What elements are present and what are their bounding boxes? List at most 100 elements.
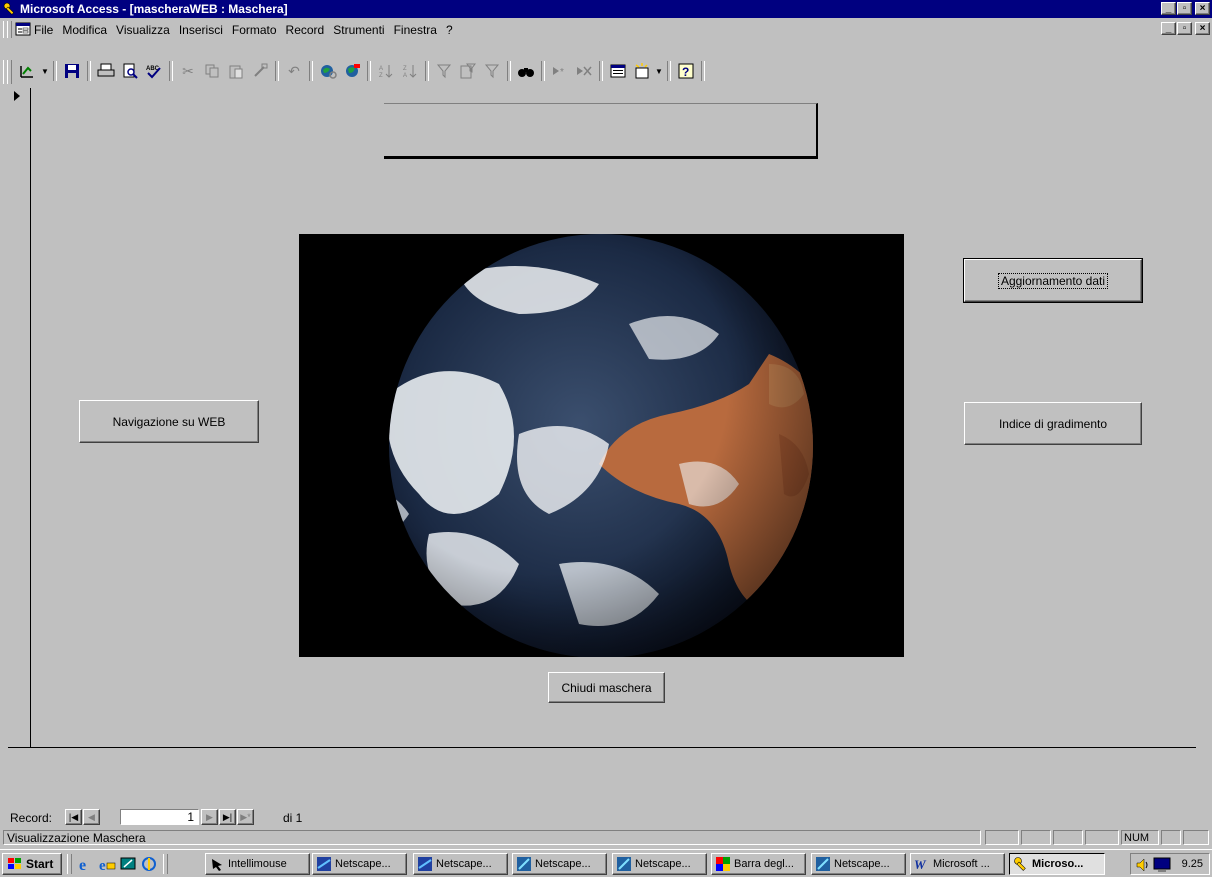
navigate-web-button[interactable]: Navigazione su WEB <box>79 400 259 443</box>
task-label: Netscape... <box>436 858 492 870</box>
svg-text:Z: Z <box>403 66 407 72</box>
spelling-icon[interactable]: ABC <box>142 60 166 82</box>
web-toolbar-icon[interactable] <box>340 60 364 82</box>
task-barra-degli[interactable]: Barra degl... <box>711 853 806 875</box>
current-record-arrow-icon <box>14 91 20 101</box>
help-icon[interactable]: ? <box>674 60 698 82</box>
quicklaunch-grip[interactable] <box>67 854 72 874</box>
status-panel-2 <box>1021 830 1051 845</box>
menu-record[interactable]: Record <box>286 23 325 37</box>
new-record-nav-button[interactable]: ▶* <box>237 809 254 825</box>
task-intellimouse[interactable]: Intellimouse <box>205 853 310 875</box>
svg-text:e: e <box>99 858 106 873</box>
task-microsoft-access[interactable]: Microso... <box>1009 853 1105 875</box>
close-button[interactable]: × <box>1195 2 1210 15</box>
previous-record-button[interactable]: ◀ <box>83 809 100 825</box>
close-form-label: Chiudi maschera <box>561 680 652 695</box>
display-icon[interactable] <box>1153 857 1171 873</box>
menu-inserisci[interactable]: Inserisci <box>179 23 223 37</box>
sort-ascending-icon[interactable]: AZ <box>374 60 398 82</box>
task-label: Barra degl... <box>734 858 794 870</box>
apply-filter-icon[interactable] <box>480 60 504 82</box>
new-object-icon[interactable] <box>630 60 654 82</box>
netscape-icon <box>816 857 830 871</box>
restore-button[interactable]: ▫ <box>1177 2 1192 15</box>
form-document-icon[interactable] <box>15 22 31 36</box>
menu-modifica[interactable]: Modifica <box>62 23 107 37</box>
last-record-icon: ▶| <box>222 811 233 822</box>
find-icon[interactable] <box>514 60 538 82</box>
save-icon[interactable] <box>60 60 84 82</box>
access-key-icon <box>1014 857 1026 871</box>
record-selector[interactable] <box>8 88 31 748</box>
toolbar-grip-2[interactable] <box>7 60 12 84</box>
current-record-input[interactable]: 1 <box>120 809 199 825</box>
view-design-icon[interactable] <box>16 60 40 82</box>
next-record-icon: ▶ <box>206 811 213 822</box>
volume-icon[interactable] <box>1135 857 1151 873</box>
undo-icon[interactable]: ↶ <box>282 60 306 82</box>
task-label: Netscape... <box>834 858 890 870</box>
status-panel-6 <box>1161 830 1181 845</box>
task-netscape-4[interactable]: Netscape... <box>612 853 707 875</box>
show-desktop-icon[interactable] <box>119 855 137 873</box>
print-preview-icon[interactable] <box>118 60 142 82</box>
update-data-button[interactable]: Aggiornamento dati <box>963 258 1143 303</box>
navigate-web-label: Navigazione su WEB <box>112 414 226 429</box>
title-bar[interactable]: Microsoft Access - [mascheraWEB : Masche… <box>0 0 1212 18</box>
copy-icon[interactable] <box>200 60 224 82</box>
paste-icon[interactable] <box>224 60 248 82</box>
print-icon[interactable] <box>94 60 118 82</box>
cut-icon[interactable]: ✂ <box>176 60 200 82</box>
view-dropdown-icon[interactable]: ▼ <box>40 60 50 82</box>
task-netscape-3[interactable]: Netscape... <box>512 853 607 875</box>
insert-hyperlink-icon[interactable] <box>316 60 340 82</box>
new-object-dropdown-icon[interactable]: ▼ <box>654 60 664 82</box>
window-title: Microsoft Access - [mascheraWEB : Masche… <box>20 2 288 16</box>
netscape-icon <box>317 857 331 871</box>
channels-icon[interactable] <box>140 855 158 873</box>
office-bar-icon <box>716 857 730 871</box>
filter-by-selection-icon[interactable] <box>432 60 456 82</box>
num-lock-indicator: NUM <box>1121 830 1159 845</box>
tasks-grip[interactable] <box>163 854 168 874</box>
doc-restore-button[interactable]: ▫ <box>1177 22 1192 35</box>
task-label: Intellimouse <box>228 858 287 870</box>
status-panel-7 <box>1183 830 1209 845</box>
doc-minimize-button[interactable]: _ <box>1161 22 1176 35</box>
delete-record-icon[interactable] <box>572 60 596 82</box>
clock: 9.25 <box>1181 858 1203 870</box>
internet-explorer-icon[interactable]: e <box>77 855 95 873</box>
word-icon: W <box>914 857 927 872</box>
rating-index-button[interactable]: Indice di gradimento <box>964 402 1142 445</box>
close-form-button[interactable]: Chiudi maschera <box>548 672 665 703</box>
doc-close-button[interactable]: × <box>1195 22 1210 35</box>
menu-strumenti[interactable]: Strumenti <box>333 23 384 37</box>
filter-by-form-icon[interactable] <box>456 60 480 82</box>
task-netscape-5[interactable]: Netscape... <box>811 853 906 875</box>
minimize-button[interactable]: _ <box>1161 2 1176 15</box>
status-panel-1 <box>985 830 1019 845</box>
new-record-icon[interactable]: * <box>548 60 572 82</box>
menu-visualizza[interactable]: Visualizza <box>116 23 170 37</box>
menu-help[interactable]: ? <box>446 23 453 37</box>
start-button[interactable]: Start <box>2 853 62 875</box>
next-record-button[interactable]: ▶ <box>201 809 218 825</box>
windows-logo-icon <box>8 858 21 869</box>
menu-formato[interactable]: Formato <box>232 23 277 37</box>
svg-text:A: A <box>403 73 407 79</box>
last-record-button[interactable]: ▶| <box>219 809 236 825</box>
outlook-express-icon[interactable]: e <box>98 855 116 873</box>
sort-descending-icon[interactable]: ZA <box>398 60 422 82</box>
menubar-grip-2[interactable] <box>7 21 12 38</box>
first-record-button[interactable]: |◀ <box>65 809 82 825</box>
database-window-icon[interactable] <box>606 60 630 82</box>
task-label: Netscape... <box>535 858 591 870</box>
task-microsoft-word[interactable]: W Microsoft ... <box>910 853 1005 875</box>
task-netscape-2[interactable]: Netscape... <box>413 853 508 875</box>
menu-finestra[interactable]: Finestra <box>394 23 437 37</box>
task-netscape-1[interactable]: Netscape... <box>312 853 407 875</box>
access-key-icon <box>3 2 15 15</box>
menu-file[interactable]: File <box>34 23 53 37</box>
format-painter-icon[interactable] <box>248 60 272 82</box>
